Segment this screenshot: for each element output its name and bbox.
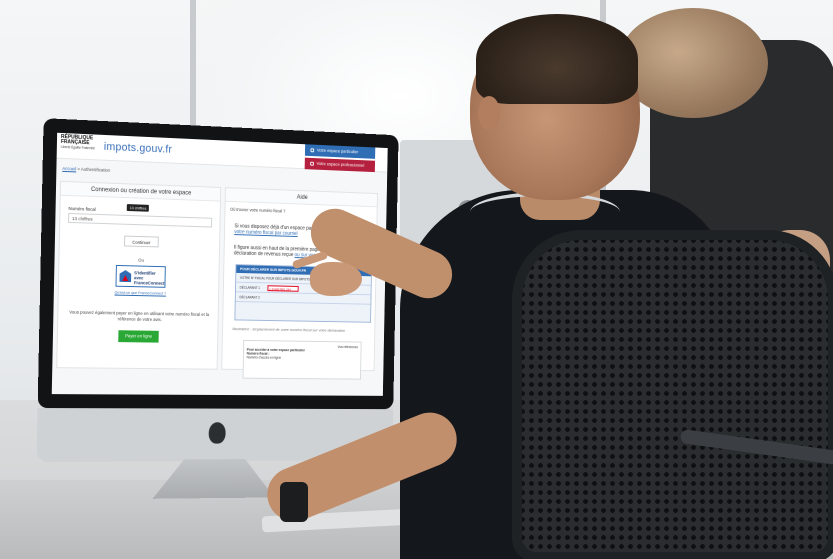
person-hair	[476, 14, 638, 104]
notice-sample-line3: Numéro d'accès en ligne	[246, 355, 282, 360]
second-person-head	[618, 8, 768, 118]
apple-logo-icon	[208, 422, 226, 444]
login-panel: Connexion ou création de votre espace Nu…	[56, 180, 222, 370]
chair-frame	[512, 230, 833, 559]
lock-icon	[310, 147, 315, 152]
breadcrumb-current: Authentification	[80, 166, 111, 173]
pay-online-text: Vous pouvez également payer en ligne en …	[69, 309, 210, 323]
login-panel-title: Connexion ou création de votre espace	[60, 181, 221, 202]
monitor-stand	[153, 459, 276, 499]
pay-online-button[interactable]: Payer en ligne	[118, 330, 159, 343]
franceconnect-text: S'identifier avec FranceConnect	[134, 270, 165, 285]
fiscal-number-tooltip: 13 chiffres	[126, 204, 150, 212]
photo-scene: RÉPUBLIQUE FRANÇAISE Liberté Égalité Fra…	[0, 0, 833, 559]
lock-icon	[310, 161, 314, 166]
espace-particulier-button[interactable]: Votre espace particulier	[304, 144, 376, 159]
marianne-motto: Liberté Égalité Fraternité	[60, 144, 95, 151]
declaration-sample-row: DÉCLARANT 2	[235, 292, 371, 305]
fiscal-number-highlight: 1 234567891 234	[267, 285, 299, 292]
help-panel-title: Aide	[225, 188, 378, 208]
espace-particulier-label: Votre espace particulier	[316, 147, 359, 155]
impots-logo[interactable]: impots.gouv.fr	[104, 141, 172, 156]
breadcrumb-home-link[interactable]: Accueil	[62, 166, 76, 172]
franceconnect-line1: S'identifier avec	[133, 270, 156, 281]
franceconnect-button[interactable]: S'identifier avec FranceConnect	[115, 264, 166, 288]
franceconnect-info-link[interactable]: Qu'est-ce que FranceConnect ?	[59, 289, 220, 296]
help-question[interactable]: Où trouver votre numéro fiscal ?	[230, 207, 285, 214]
notice-sample-image: Vos références Pour accéder à votre espa…	[242, 339, 362, 380]
continue-button[interactable]: Continuer	[124, 235, 159, 248]
illustration-caption: Illustration : emplacement de votre numé…	[232, 326, 346, 333]
fiscal-number-label: Numéro fiscal	[68, 205, 96, 212]
franceconnect-line2: FranceConnect	[133, 280, 165, 286]
fiscal-number-input[interactable]: 13 chiffres	[68, 212, 213, 228]
wristwatch	[280, 482, 308, 522]
franceconnect-icon	[119, 270, 131, 282]
declarant-1-label: DÉCLARANT 1	[239, 285, 261, 290]
republique-francaise-logo: RÉPUBLIQUE FRANÇAISE Liberté Égalité Fra…	[60, 134, 95, 151]
person-pointing-hand	[310, 262, 362, 296]
person-ear	[478, 96, 500, 130]
espace-professionnel-label: Votre espace professionnel	[316, 161, 365, 168]
or-separator: Ou	[138, 257, 145, 263]
person-sleeve	[400, 300, 490, 380]
